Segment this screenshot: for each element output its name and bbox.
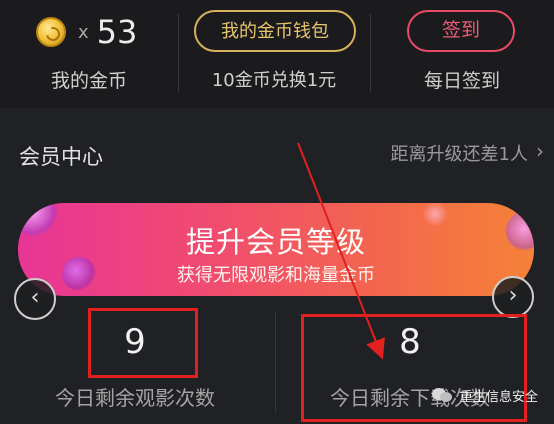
wechat-icon [432, 387, 454, 405]
annotation-arrow [297, 142, 385, 360]
watermark: 重生信息安全 [432, 386, 538, 405]
watermark-text: 重生信息安全 [460, 390, 539, 405]
